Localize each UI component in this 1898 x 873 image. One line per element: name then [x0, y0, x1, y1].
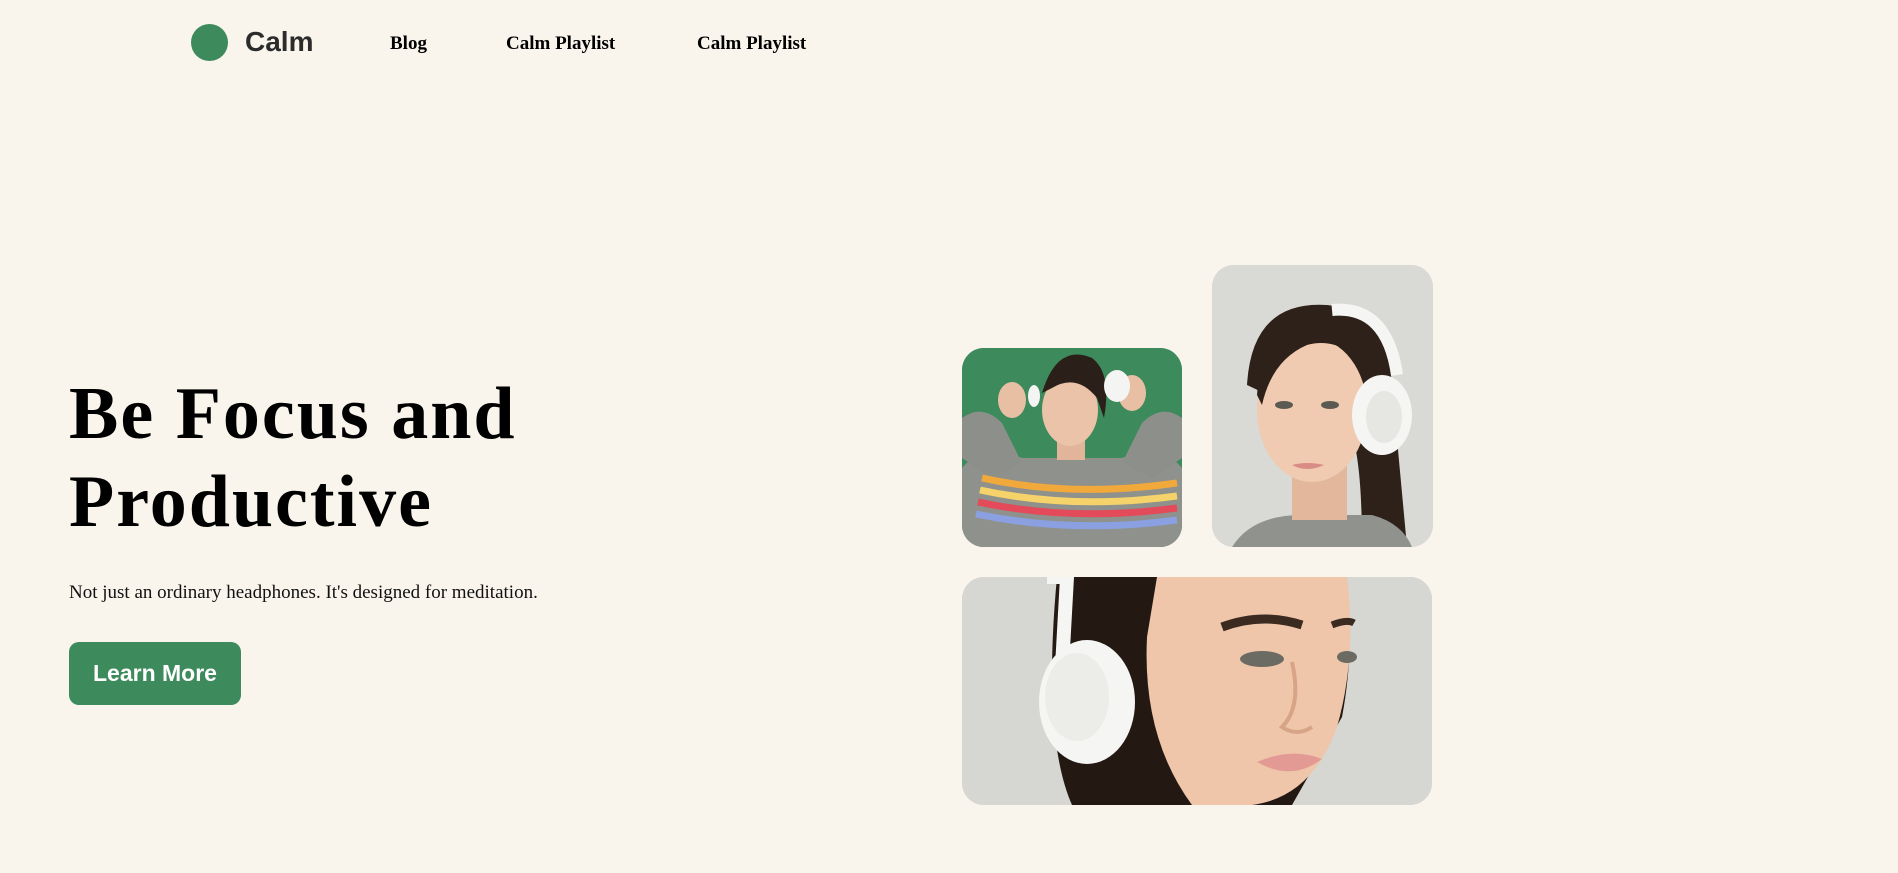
logo-icon[interactable] — [191, 24, 228, 61]
photo-woman-profile — [1212, 265, 1433, 547]
brand-name[interactable]: Calm — [245, 24, 313, 60]
nav-link-calm-playlist-2[interactable]: Calm Playlist — [697, 32, 806, 56]
top-nav: Calm Blog Calm Playlist Calm Playlist — [0, 0, 1898, 90]
hero-title-line-2: Productive — [69, 461, 433, 543]
hero-subtitle: Not just an ordinary headphones. It's de… — [69, 582, 538, 603]
nav-link-calm-playlist[interactable]: Calm Playlist — [506, 32, 615, 56]
hero-title: Be Focus and Productive — [69, 370, 517, 546]
photo-woman-green-background — [962, 348, 1182, 547]
hero-title-line-1: Be Focus and — [69, 373, 517, 455]
photo-woman-closeup — [962, 577, 1432, 805]
nav-link-blog[interactable]: Blog — [390, 32, 427, 56]
learn-more-button[interactable]: Learn More — [69, 642, 241, 705]
